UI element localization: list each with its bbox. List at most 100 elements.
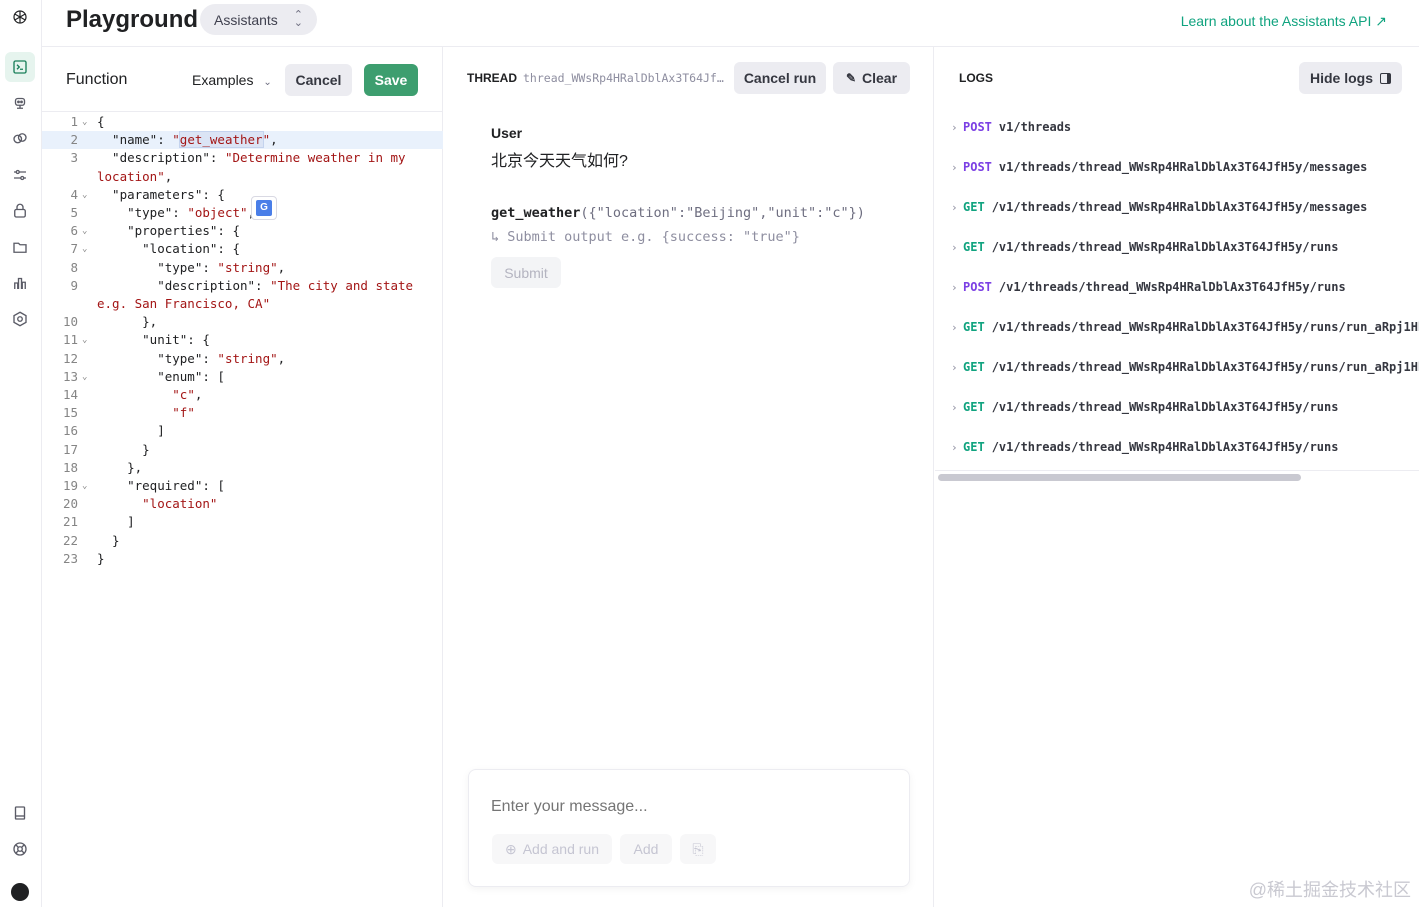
code-line[interactable]: 19 ⌄ "required": [ bbox=[42, 477, 443, 495]
chevron-right-icon: › bbox=[951, 280, 958, 294]
code-line[interactable]: 8 "type": "string", bbox=[42, 259, 443, 277]
code-text: "description": "Determine weather in my bbox=[97, 150, 406, 166]
code-line[interactable]: 13 ⌄ "enum": [ bbox=[42, 368, 443, 386]
learn-assistants-link[interactable]: Learn about the Assistants API ↗ bbox=[1181, 13, 1387, 30]
code-line[interactable]: e.g. San Francisco, CA" bbox=[42, 295, 443, 313]
log-entry[interactable]: › GET/v1/threads/thread_WWsRp4HRalDblAx3T… bbox=[951, 199, 1367, 215]
cancel-button[interactable]: Cancel bbox=[285, 64, 352, 96]
docs-icon[interactable] bbox=[5, 798, 35, 828]
code-text: "required": [ bbox=[97, 478, 225, 493]
settings-icon[interactable] bbox=[5, 304, 35, 334]
code-line[interactable]: 10 }, bbox=[42, 313, 443, 331]
avatar[interactable] bbox=[5, 877, 35, 907]
code-line[interactable]: 2 "name": "get_weather", bbox=[42, 131, 443, 150]
log-entry[interactable]: › GET/v1/threads/thread_WWsRp4HRalDblAx3T… bbox=[951, 239, 1338, 255]
code-line[interactable]: 11 ⌄ "unit": { bbox=[42, 331, 443, 349]
help-icon[interactable] bbox=[5, 834, 35, 864]
openai-logo-icon[interactable] bbox=[5, 2, 35, 32]
files-icon[interactable] bbox=[5, 232, 35, 262]
chevron-right-icon: › bbox=[951, 240, 958, 254]
message-role: User bbox=[491, 125, 523, 141]
fold-chevron-icon[interactable]: ⌄ bbox=[82, 186, 87, 204]
translate-icon[interactable]: G bbox=[251, 196, 277, 220]
clear-button[interactable]: ✎ Clear bbox=[833, 62, 910, 94]
hide-logs-button[interactable]: Hide logs bbox=[1299, 62, 1402, 94]
thread-id[interactable]: thread_WWsRp4HRalDblAx3T64JfH5y bbox=[523, 71, 728, 85]
logs-divider bbox=[935, 470, 1419, 471]
attach-button[interactable]: ⎘ bbox=[680, 834, 716, 864]
code-line[interactable]: 6 ⌄ "properties": { bbox=[42, 222, 443, 240]
code-line[interactable]: 1 ⌄ { bbox=[42, 113, 443, 131]
code-line[interactable]: 18 }, bbox=[42, 459, 443, 477]
add-and-run-button[interactable]: ⊕ Add and run bbox=[492, 834, 612, 864]
log-entry[interactable]: › POST v1/threads/thread_WWsRp4HRalDblAx3T… bbox=[951, 159, 1367, 175]
assistants-icon[interactable] bbox=[5, 88, 35, 118]
code-line[interactable]: location", bbox=[42, 168, 443, 186]
output-input[interactable]: ↳ Submit output e.g. {success: "true"} bbox=[491, 229, 800, 245]
line-number: 9 bbox=[70, 277, 78, 293]
log-path: /v1/threads/thread_WWsRp4HRalDblAx3T64Jf… bbox=[991, 400, 1339, 414]
threads-icon[interactable] bbox=[5, 124, 35, 154]
code-line[interactable]: 5 "type": "object", bbox=[42, 204, 443, 222]
chevron-right-icon: › bbox=[951, 200, 958, 214]
fold-chevron-icon[interactable]: ⌄ bbox=[82, 222, 87, 240]
code-text: "location" bbox=[142, 496, 218, 512]
message-composer: ⊕ Add and run Add ⎘ bbox=[468, 769, 910, 887]
line-number: 1 bbox=[70, 114, 78, 129]
code-line[interactable]: 23} bbox=[42, 550, 443, 568]
log-entry[interactable]: › POST v1/threads bbox=[951, 119, 1071, 135]
code-text: } bbox=[97, 550, 105, 566]
code-line[interactable]: 4 ⌄ "parameters": { bbox=[42, 186, 443, 204]
submit-button[interactable]: Submit bbox=[491, 257, 561, 288]
message-text: 北京今天天气如何? bbox=[491, 153, 628, 170]
code-line[interactable]: 7 ⌄ "location": { bbox=[42, 240, 443, 258]
log-entry[interactable]: › GET/v1/threads/thread_WWsRp4HRalDblAx3T… bbox=[951, 439, 1338, 455]
log-entry[interactable]: › GET/v1/threads/thread_WWsRp4HRalDblAx3T… bbox=[951, 399, 1338, 415]
log-entry[interactable]: › GET/v1/threads/thread_WWsRp4HRalDblAx3T… bbox=[951, 359, 1419, 375]
save-button[interactable]: Save bbox=[364, 64, 418, 96]
log-entry[interactable]: › POST/v1/threads/thread_WWsRp4HRalDblAx3… bbox=[951, 279, 1346, 295]
line-number: 17 bbox=[62, 441, 78, 457]
code-line[interactable]: 17 } bbox=[42, 441, 443, 459]
code-line[interactable]: 22 } bbox=[42, 532, 443, 550]
code-line[interactable]: 15 "f" bbox=[42, 404, 443, 422]
add-button[interactable]: Add bbox=[620, 834, 672, 864]
fold-chevron-icon[interactable]: ⌄ bbox=[82, 331, 87, 349]
code-line[interactable]: 14 "c", bbox=[42, 386, 443, 404]
code-text: "parameters": { bbox=[97, 186, 225, 202]
code-line[interactable]: 3 "description": "Determine weather in m… bbox=[42, 149, 443, 167]
horizontal-scrollbar[interactable] bbox=[938, 474, 1301, 481]
mode-select[interactable]: Assistants ⌃ ⌄ bbox=[200, 4, 317, 35]
code-line[interactable]: 20 "location" bbox=[42, 495, 443, 513]
chevron-right-icon: › bbox=[951, 360, 958, 374]
thread-panel: THREAD thread_WWsRp4HRalDblAx3T64JfH5y C… bbox=[443, 47, 934, 907]
code-text: { bbox=[97, 114, 105, 129]
code-line[interactable]: 9 "description": "The city and state bbox=[42, 277, 443, 295]
fold-chevron-icon[interactable]: ⌄ bbox=[82, 113, 87, 131]
code-text: "f" bbox=[172, 405, 195, 421]
fold-chevron-icon[interactable]: ⌄ bbox=[82, 240, 87, 258]
clear-label: Clear bbox=[862, 70, 898, 86]
code-text: }, bbox=[97, 459, 143, 475]
api-keys-icon[interactable] bbox=[5, 196, 35, 226]
log-path: v1/threads/thread_WWsRp4HRalDblAx3T64JfH… bbox=[998, 160, 1368, 174]
code-line[interactable]: 12 "type": "string", bbox=[42, 350, 443, 368]
function-title: Function bbox=[66, 71, 128, 88]
usage-icon[interactable] bbox=[5, 268, 35, 298]
line-number: 10 bbox=[62, 314, 78, 330]
message-input[interactable] bbox=[491, 798, 891, 816]
chevron-right-icon: › bbox=[951, 320, 958, 334]
fold-chevron-icon[interactable]: ⌄ bbox=[82, 477, 87, 495]
examples-dropdown[interactable]: Examples ⌄ bbox=[192, 72, 272, 88]
run-icon: ⊕ bbox=[504, 840, 517, 857]
log-entry[interactable]: › GET/v1/threads/thread_WWsRp4HRalDblAx3T… bbox=[951, 319, 1419, 335]
code-line[interactable]: 21 ] bbox=[42, 513, 443, 531]
code-line[interactable]: 16 ] bbox=[42, 422, 443, 440]
playground-icon[interactable] bbox=[5, 52, 35, 82]
log-path: /v1/threads/thread_WWsRp4HRalDblAx3T64Jf… bbox=[991, 320, 1419, 334]
cancel-run-button[interactable]: Cancel run bbox=[734, 62, 826, 94]
log-method: GET bbox=[963, 320, 985, 334]
logs-panel: LOGS Hide logs › POST v1/threads › POST v1/th… bbox=[935, 47, 1419, 907]
fold-chevron-icon[interactable]: ⌄ bbox=[82, 368, 87, 386]
fine-tuning-icon[interactable] bbox=[5, 160, 35, 190]
